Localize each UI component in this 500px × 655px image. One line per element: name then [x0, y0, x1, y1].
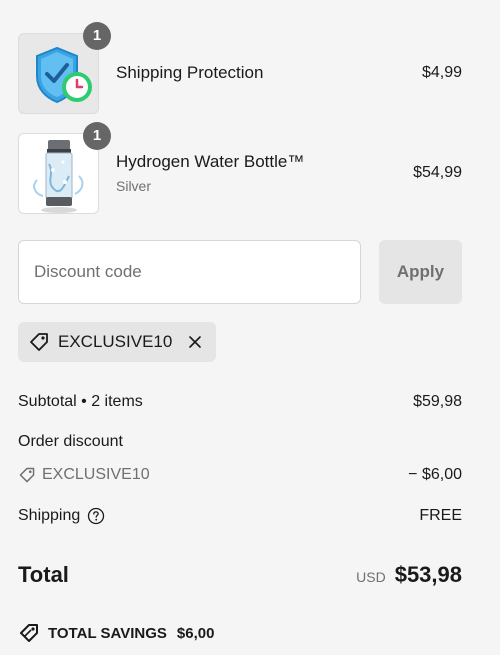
discount-value: − $6,00	[408, 466, 462, 483]
order-discount-label: Order discount	[18, 433, 123, 450]
subtotal-value: $59,98	[413, 393, 462, 410]
item-price: $54,99	[413, 164, 462, 181]
total-savings-value: $6,00	[176, 624, 215, 642]
discount-code-name: EXCLUSIVE10	[42, 466, 150, 483]
quantity-badge: 1	[83, 21, 111, 50]
close-icon	[189, 336, 202, 348]
item-thumbnail: 1	[18, 21, 111, 114]
item-info: Hydrogen Water Bottle™ Silver	[116, 152, 413, 194]
shipping-label: Shipping	[18, 507, 81, 524]
subtotal-label: Subtotal • 2 items	[18, 393, 143, 410]
discount-code-row: EXCLUSIVE10 − $6,00	[18, 466, 462, 484]
applied-discount-code: EXCLUSIVE10	[58, 332, 173, 351]
item-info: Shipping Protection	[116, 63, 422, 83]
discount-code-label: EXCLUSIVE10	[18, 466, 150, 484]
currency-code: USD	[356, 569, 386, 585]
total-amount-group: USD $53,98	[356, 562, 462, 588]
total-savings: TOTAL SAVINGS $6,00	[18, 622, 214, 644]
shipping-value: FREE	[419, 507, 462, 524]
discount-code-form: Apply	[18, 240, 462, 304]
shipping-label-group: Shipping	[18, 507, 105, 525]
remove-discount-button[interactable]	[186, 333, 204, 351]
subtotal-row: Subtotal • 2 items $59,98	[18, 393, 462, 411]
item-price: $4,99	[421, 64, 462, 81]
total-amount: $53,98	[394, 562, 462, 587]
cart-item-hydrogen-water-bottle: 1 Hydrogen Water Bottle™ Silver $54,99	[18, 121, 462, 214]
order-discount-row: Order discount	[18, 433, 462, 451]
item-name: Hydrogen Water Bottle™	[116, 152, 305, 171]
tag-icon	[20, 624, 38, 642]
total-row: Total USD $53,98	[18, 562, 462, 588]
item-thumbnail: 1	[18, 121, 111, 214]
total-savings-label: TOTAL SAVINGS	[48, 624, 167, 642]
shipping-row: Shipping FREE	[18, 507, 462, 525]
applied-discount-tag: EXCLUSIVE10	[18, 322, 217, 362]
help-icon[interactable]	[87, 507, 105, 525]
quantity-badge: 1	[83, 121, 111, 150]
cart-item-shipping-protection: 1 Shipping Protection $4,99	[18, 21, 462, 114]
item-variant: Silver	[116, 178, 152, 194]
discount-code-input[interactable]	[18, 240, 361, 304]
item-name: Shipping Protection	[116, 63, 264, 82]
total-label: Total	[18, 562, 69, 587]
tag-icon	[30, 333, 48, 351]
tag-icon	[19, 467, 35, 483]
apply-discount-button[interactable]: Apply	[379, 240, 462, 304]
